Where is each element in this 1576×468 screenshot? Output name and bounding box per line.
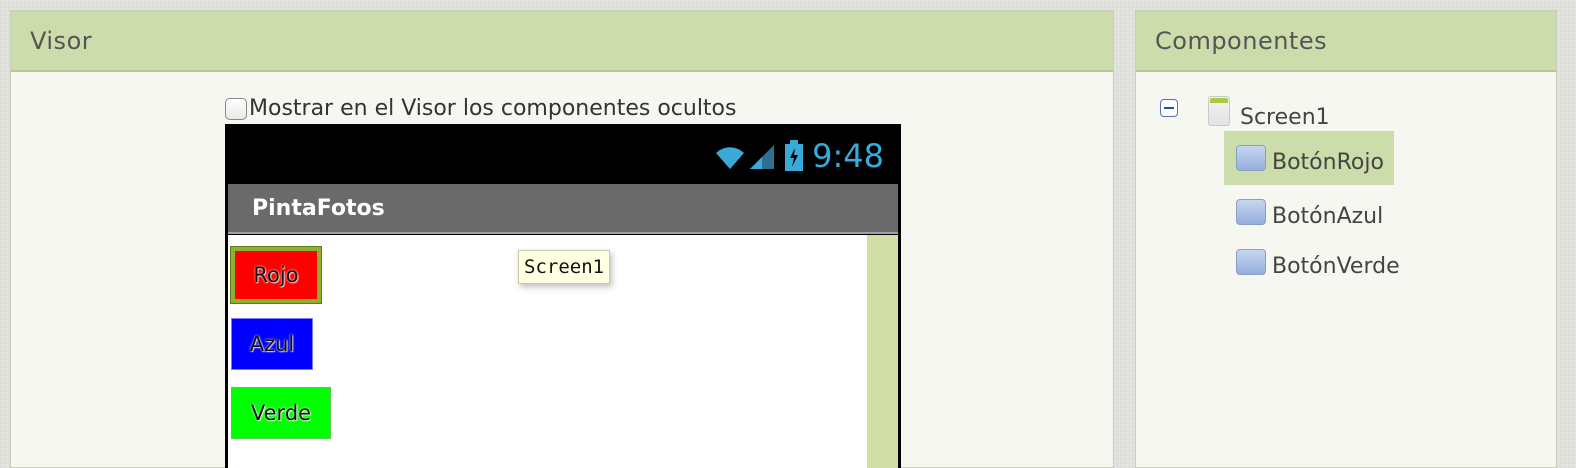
tree-item-botonazul[interactable]: BotónAzul <box>1224 185 1393 239</box>
app-title-bar: PintaFotos <box>228 184 898 234</box>
tree-item-label: Screen1 <box>1240 105 1330 130</box>
status-clock: 9:48 <box>812 136 884 175</box>
tree-item-botonrojo[interactable]: BotónRojo <box>1224 131 1394 185</box>
show-hidden-label: Mostrar en el Visor los componentes ocul… <box>249 96 737 121</box>
screen1-canvas[interactable]: Rojo Azul Verde Screen1 <box>228 235 898 468</box>
screen1-tooltip: Screen1 <box>518 250 611 284</box>
wifi-icon <box>712 141 748 171</box>
visor-panel: Visor Mostrar en el Visor los componente… <box>10 10 1114 468</box>
app-inventor-designer: Visor Mostrar en el Visor los componente… <box>0 0 1576 468</box>
button-icon <box>1236 249 1266 275</box>
status-bar: 9:48 <box>228 127 898 184</box>
tree-item-label: BotónRojo <box>1272 149 1384 175</box>
tree-item-label: BotónAzul <box>1272 203 1384 229</box>
rojo-button[interactable]: Rojo <box>230 246 322 304</box>
screen-icon <box>1208 95 1230 126</box>
phone-preview: 9:48 PintaFotos Rojo Azul Verde Screen1 <box>225 124 901 468</box>
show-hidden-components-toggle[interactable]: Mostrar en el Visor los componentes ocul… <box>225 96 736 121</box>
tree-item-screen1[interactable]: Screen1 <box>1208 91 1330 130</box>
verde-button[interactable]: Verde <box>231 387 331 439</box>
app-title: PintaFotos <box>252 195 385 221</box>
tree-item-botonverde[interactable]: BotónVerde <box>1224 235 1410 289</box>
visor-header: Visor <box>11 11 1113 72</box>
signal-icon <box>748 141 776 171</box>
battery-icon <box>784 139 804 172</box>
button-icon <box>1236 199 1266 225</box>
screen-scroll-strip[interactable] <box>867 235 898 468</box>
show-hidden-checkbox[interactable] <box>225 97 247 120</box>
collapse-icon[interactable] <box>1160 99 1178 117</box>
tree-item-label: BotónVerde <box>1272 253 1400 279</box>
button-icon <box>1236 145 1266 171</box>
components-panel: Componentes Screen1 BotónRojo BotónAzul … <box>1135 10 1557 468</box>
components-header: Componentes <box>1136 11 1556 72</box>
azul-button[interactable]: Azul <box>231 318 313 370</box>
